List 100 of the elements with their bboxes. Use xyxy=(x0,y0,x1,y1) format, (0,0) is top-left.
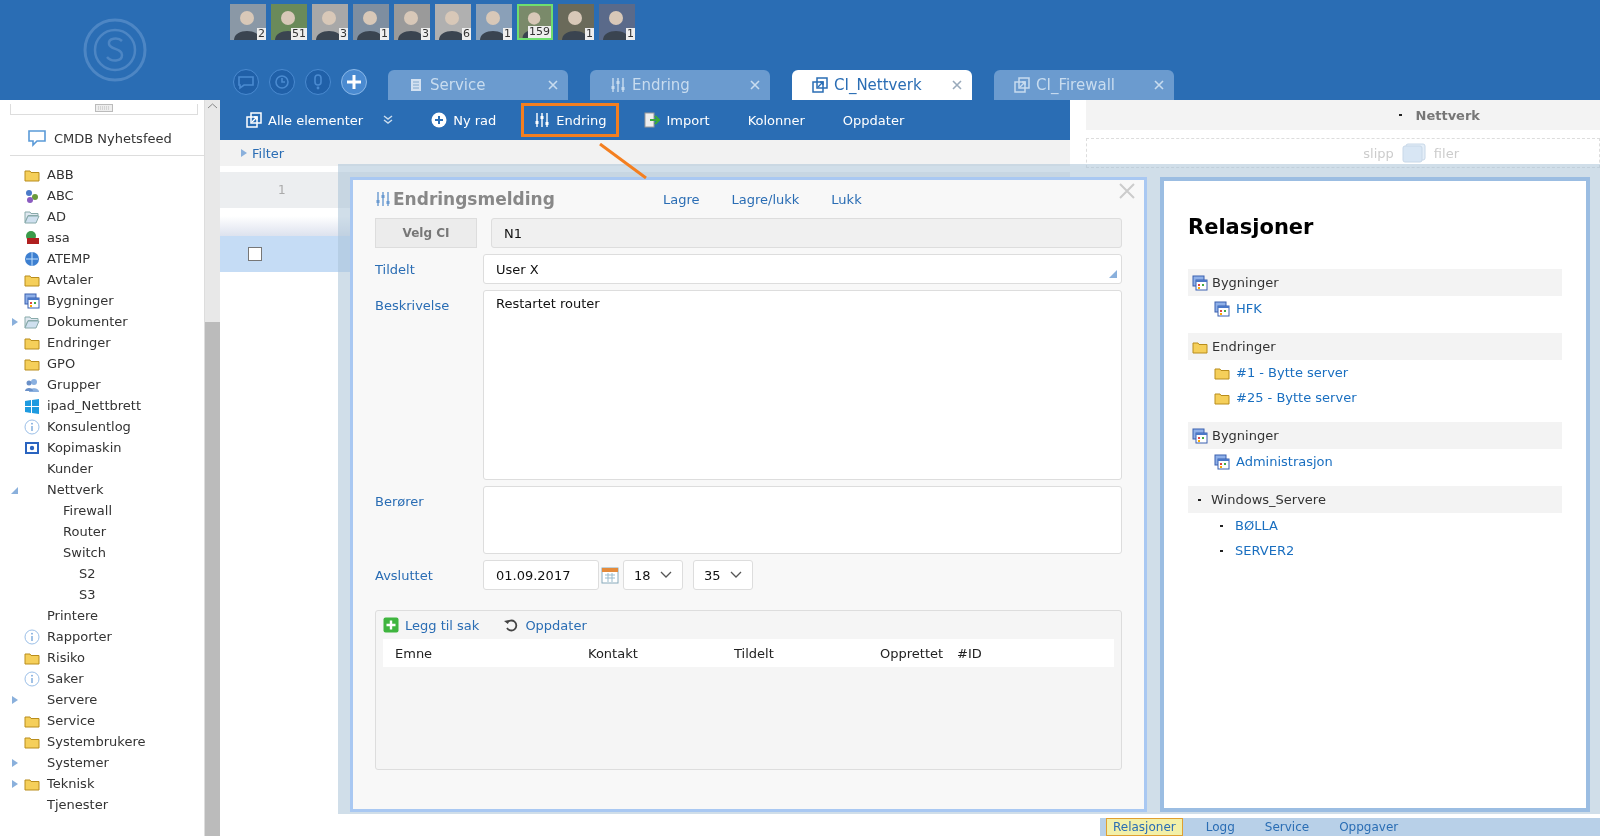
tree-item[interactable]: Endringer xyxy=(47,335,111,350)
checkbox[interactable] xyxy=(248,247,262,261)
tree-item[interactable]: Konsulentlog xyxy=(47,419,131,434)
dialog-action-link[interactable]: Lagre xyxy=(663,191,700,207)
tree-item[interactable]: Grupper xyxy=(47,377,101,392)
user-avatar[interactable]: 1 xyxy=(558,4,594,40)
tree-item[interactable]: Bygninger xyxy=(47,293,114,308)
close-icon[interactable] xyxy=(750,80,760,90)
assignee-field[interactable]: User X xyxy=(483,254,1122,284)
toolbar-button[interactable]: Import xyxy=(634,106,720,134)
calendar-icon[interactable] xyxy=(601,566,619,584)
tree-item[interactable]: Printere xyxy=(47,608,98,623)
select-ci-button[interactable]: Velg CI xyxy=(375,218,477,248)
tree-item[interactable]: Dokumenter xyxy=(47,314,128,329)
tree-item[interactable]: Kopimaskin xyxy=(47,440,122,455)
close-icon[interactable] xyxy=(548,80,558,90)
tree-item[interactable]: Firewall xyxy=(63,503,113,518)
tree-item[interactable]: ABB xyxy=(47,167,74,182)
user-avatar[interactable]: 51 xyxy=(271,4,307,40)
tree-item[interactable]: Servere xyxy=(47,692,98,707)
field-label: Beskrivelse xyxy=(375,297,451,315)
dialog-action-link[interactable]: Lukk xyxy=(831,191,862,207)
globe-icon xyxy=(24,250,40,267)
column-header[interactable]: Emne xyxy=(395,645,588,661)
date-field[interactable]: 01.09.2017 xyxy=(483,560,599,590)
case-action-link[interactable]: Oppdater xyxy=(503,617,587,633)
expander-icon[interactable] xyxy=(10,316,20,327)
tree-item[interactable]: AD xyxy=(47,209,66,224)
tree-item[interactable]: Avtaler xyxy=(47,272,93,287)
expander-icon[interactable] xyxy=(240,148,248,158)
user-avatar[interactable]: 2 xyxy=(230,4,266,40)
user-avatar[interactable]: 159 xyxy=(517,4,553,40)
message-count: 1 xyxy=(503,28,512,40)
column-header[interactable]: #ID xyxy=(957,645,1114,661)
tree-item[interactable]: Systembrukere xyxy=(47,734,146,749)
relation-link[interactable]: #1 - Bytte server xyxy=(1236,365,1349,380)
minute-dropdown[interactable]: 35 xyxy=(693,560,753,590)
toolbar-button[interactable]: Alle elementer xyxy=(236,106,404,134)
chevron-down-icon[interactable] xyxy=(730,571,742,579)
chevron-icon[interactable] xyxy=(383,115,394,125)
tree-item[interactable]: Service xyxy=(47,713,96,728)
toolbar-button[interactable]: Oppdater xyxy=(832,106,915,134)
case-action-link[interactable]: Legg til sak xyxy=(383,617,480,633)
tree-item[interactable]: S2 xyxy=(79,566,96,581)
affects-field[interactable] xyxy=(483,486,1122,554)
toolbar-button[interactable]: Kolonner xyxy=(737,106,815,134)
tree-item[interactable]: Switch xyxy=(63,545,106,560)
tree-item[interactable]: Tjenester xyxy=(47,797,108,812)
clock-icon[interactable] xyxy=(269,69,295,95)
tree-item[interactable]: Kunder xyxy=(47,461,93,476)
tab[interactable]: Relasjoner xyxy=(1106,818,1183,836)
alert-icon[interactable] xyxy=(305,69,331,95)
tree-item[interactable]: ABC xyxy=(47,188,74,203)
user-avatar[interactable]: 1 xyxy=(476,4,512,40)
keyboard-icon[interactable] xyxy=(95,104,113,112)
tree-item[interactable]: Nettverk xyxy=(47,482,104,497)
tree-item[interactable]: Systemer xyxy=(47,755,109,770)
tree-item[interactable]: S3 xyxy=(79,587,96,602)
toolbar-button[interactable]: Endring xyxy=(524,106,617,134)
scrollbar-thumb[interactable] xyxy=(205,322,220,836)
chevron-down-icon[interactable] xyxy=(660,571,672,579)
user-avatar[interactable]: 1 xyxy=(353,4,389,40)
column-header[interactable]: Opprettet xyxy=(880,645,957,661)
tab[interactable]: CI_Nettverk xyxy=(792,70,972,100)
user-avatar[interactable]: 1 xyxy=(599,4,635,40)
close-icon[interactable] xyxy=(952,80,962,90)
tree-item[interactable]: Teknisk xyxy=(47,776,95,791)
expander-icon[interactable] xyxy=(10,778,20,789)
add-icon[interactable] xyxy=(341,69,367,95)
close-icon[interactable] xyxy=(1154,80,1164,90)
toolbar-button[interactable]: Ny rad xyxy=(421,106,507,134)
expander-icon[interactable] xyxy=(10,694,20,705)
user-avatar[interactable]: 3 xyxy=(312,4,348,40)
tree-item[interactable]: Router xyxy=(63,524,107,539)
column-header[interactable]: Tildelt xyxy=(734,645,880,661)
copy-icon xyxy=(1014,77,1030,93)
close-icon[interactable] xyxy=(1118,182,1136,200)
column-header[interactable]: Kontakt xyxy=(588,645,734,661)
relation-link[interactable]: BØLLA xyxy=(1235,518,1278,533)
relation-link[interactable]: Administrasjon xyxy=(1236,454,1333,469)
chat-icon[interactable] xyxy=(233,69,259,95)
tree-item[interactable]: asa xyxy=(47,230,70,245)
relation-link[interactable]: HFK xyxy=(1236,301,1262,316)
expander-icon[interactable] xyxy=(10,757,20,768)
hour-dropdown[interactable]: 18 xyxy=(623,560,683,590)
sliders-icon xyxy=(610,77,626,93)
tree-item[interactable]: Rapporter xyxy=(47,629,112,644)
news-feed-link[interactable]: CMDB Nyhetsfeed xyxy=(54,130,172,146)
tree-item[interactable]: GPO xyxy=(47,356,76,371)
tree-item[interactable]: Risiko xyxy=(47,650,86,665)
description-field[interactable]: Restartet router xyxy=(483,290,1122,480)
relation-link[interactable]: #25 - Bytte server xyxy=(1236,390,1357,405)
tree-item[interactable]: ATEMP xyxy=(47,251,91,266)
tree-item[interactable]: Saker xyxy=(47,671,84,686)
user-avatar[interactable]: 3 xyxy=(394,4,430,40)
relation-link[interactable]: SERVER2 xyxy=(1235,543,1295,558)
filter-link[interactable]: Filter xyxy=(252,145,285,161)
dialog-action-link[interactable]: Lagre/lukk xyxy=(731,191,800,207)
tree-item[interactable]: ipad_Nettbrett xyxy=(47,398,141,413)
user-avatar[interactable]: 6 xyxy=(435,4,471,40)
